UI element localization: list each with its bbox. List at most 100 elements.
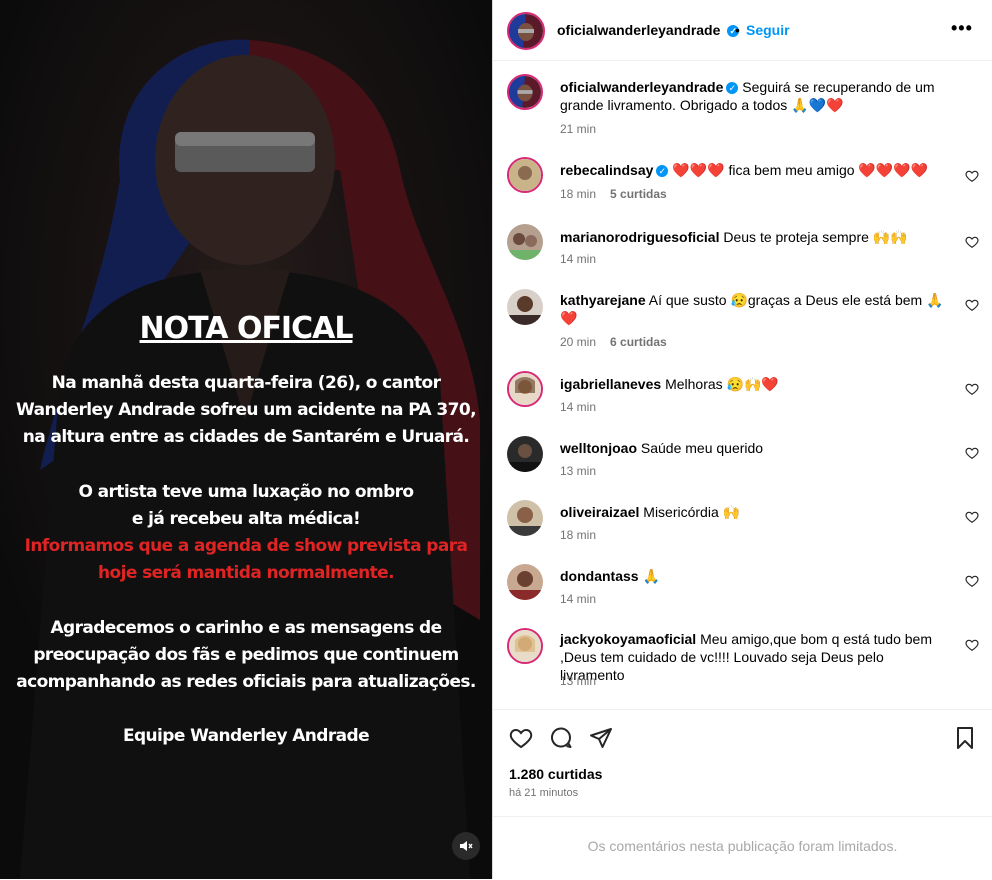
nota-line: e já recebeu alta médica! — [131, 509, 361, 529]
verified-badge-icon: ✓ — [656, 165, 669, 178]
comment-time[interactable]: 13 min — [560, 674, 596, 688]
author-username-text[interactable]: oficialwanderleyandrade — [557, 22, 720, 38]
comment-text: rebecalindsay ✓ ❤️❤️❤️ fica bem meu amigo… — [560, 161, 950, 179]
nota-line: hoje será mantida normalmente. — [98, 563, 395, 583]
header-separator: • — [735, 22, 740, 38]
commenter-username[interactable]: jackyokoyamaoficial — [560, 631, 696, 647]
avatar-image — [509, 159, 541, 191]
nota-line: Wanderley Andrade sofreu um acidente na … — [16, 400, 476, 420]
commenter-username[interactable]: oliveiraizael — [560, 504, 639, 520]
comment-text: dondantass 🙏 — [560, 567, 950, 585]
comment-text: igabriellaneves Melhoras 😥🙌❤️ — [560, 375, 950, 393]
comment-time[interactable]: 14 min — [560, 252, 596, 266]
comment-text: jackyokoyamaoficial Meu amigo,que bom q … — [560, 630, 950, 684]
comments-panel: oficialwanderleyandrade ✓ • Seguir ••• o… — [493, 0, 992, 879]
comment-time[interactable]: 13 min — [560, 464, 596, 478]
follow-button[interactable]: Seguir — [746, 22, 790, 38]
avatar-image — [507, 500, 543, 536]
comment-meta: 13 min — [560, 464, 596, 478]
nota-line: na altura entre as cidades de Santarém e… — [22, 427, 470, 447]
comment-body: Saúde meu querido — [640, 440, 764, 456]
commenter-avatar[interactable] — [507, 289, 543, 325]
comment-likes[interactable]: 6 curtidas — [610, 335, 667, 349]
post-media[interactable]: NOTA OFICAL Na manhã desta quarta-feira … — [0, 0, 492, 879]
caption-author-avatar[interactable] — [507, 74, 543, 110]
nota-paragraph-4: Agradecemos o carinho e as mensagens de … — [0, 615, 492, 696]
commenter-username[interactable]: dondantass — [560, 568, 639, 584]
nota-paragraph-1: Na manhã desta quarta-feira (26), o cant… — [0, 370, 492, 451]
comment-text: welltonjoao Saúde meu querido — [560, 439, 950, 457]
likes-count[interactable]: 1.280 curtidas — [509, 766, 602, 782]
share-send-icon[interactable] — [589, 726, 613, 750]
comment-time[interactable]: 20 min — [560, 335, 596, 349]
caption-meta: 21 min — [560, 122, 596, 136]
nota-line: acompanhando as redes oficiais para atua… — [16, 672, 476, 692]
commenter-username[interactable]: kathyarejane — [560, 292, 646, 308]
commenter-avatar[interactable] — [507, 436, 543, 472]
nota-paragraph-3-highlight: Informamos que a agenda de show prevista… — [0, 533, 492, 587]
avatar-image — [507, 224, 543, 260]
commenter-avatar[interactable] — [507, 564, 543, 600]
mute-button[interactable] — [452, 832, 480, 860]
author-avatar[interactable] — [507, 12, 545, 50]
commenter-avatar[interactable] — [507, 628, 543, 664]
comment-meta: 13 min — [560, 674, 596, 688]
comment-text: marianorodriguesoficial Deus te proteja … — [560, 228, 950, 246]
like-comment-heart-icon[interactable] — [965, 638, 979, 652]
commenter-username[interactable]: welltonjoao — [560, 440, 637, 456]
comment-meta: 14 min — [560, 592, 596, 606]
caption-username[interactable]: oficialwanderleyandrade — [560, 79, 723, 95]
commenter-avatar[interactable] — [507, 500, 543, 536]
comment-bubble-icon[interactable] — [549, 726, 573, 750]
nota-paragraph-2: O artista teve uma luxação no ombro e já… — [0, 479, 492, 533]
like-comment-heart-icon[interactable] — [965, 382, 979, 396]
commenter-avatar[interactable] — [507, 371, 543, 407]
commenter-username[interactable]: rebecalindsay — [560, 162, 653, 178]
comment-time[interactable]: 14 min — [560, 592, 596, 606]
nota-line: Informamos que a agenda de show prevista… — [24, 536, 468, 556]
comment-meta: 18 min — [560, 528, 596, 542]
comment-time[interactable]: 18 min — [560, 187, 596, 201]
comment-body: ❤️❤️❤️ fica bem meu amigo ❤️❤️❤️❤️ — [672, 162, 929, 178]
nota-line: preocupação dos fãs e pedimos que contin… — [33, 645, 459, 665]
post-time[interactable]: há 21 minutos — [509, 787, 578, 799]
commenter-avatar[interactable] — [507, 157, 543, 193]
nota-line: Na manhã desta quarta-feira (26), o cant… — [51, 373, 441, 393]
avatar-image — [507, 289, 543, 325]
comment-body: 🙏 — [642, 568, 660, 584]
caption-text: oficialwanderleyandrade ✓ Seguirá se recu… — [560, 78, 950, 114]
speaker-muted-icon — [460, 841, 473, 851]
nota-line: Agradecemos o carinho e as mensagens de — [50, 618, 442, 638]
like-comment-heart-icon[interactable] — [965, 446, 979, 460]
like-comment-heart-icon[interactable] — [965, 169, 979, 183]
nota-signature: Equipe Wanderley Andrade — [122, 726, 370, 746]
like-heart-icon[interactable] — [509, 726, 533, 750]
commenter-avatar[interactable] — [507, 224, 543, 260]
author-username[interactable]: oficialwanderleyandrade ✓ — [557, 22, 740, 38]
comment-body: Misericórdia 🙌 — [643, 504, 741, 520]
nota-title: NOTA OFICAL — [139, 311, 354, 346]
more-options-icon[interactable]: ••• — [951, 18, 973, 39]
comment-meta: 14 min — [560, 252, 596, 266]
like-comment-heart-icon[interactable] — [965, 510, 979, 524]
comment-meta: 18 min 5 curtidas — [560, 187, 667, 201]
comment-body: Melhoras 😥🙌❤️ — [665, 376, 779, 392]
like-comment-heart-icon[interactable] — [965, 574, 979, 588]
comment-time[interactable]: 18 min — [560, 528, 596, 542]
comment-meta: 20 min 6 curtidas — [560, 335, 667, 349]
comment-text: kathyarejane Aí que susto 😥graças a Deus… — [560, 291, 950, 327]
avatar-image — [507, 564, 543, 600]
comment-time[interactable]: 14 min — [560, 400, 596, 414]
comment-body: Deus te proteja sempre 🙌🙌 — [723, 229, 908, 245]
commenter-username[interactable]: marianorodriguesoficial — [560, 229, 719, 245]
caption-time[interactable]: 21 min — [560, 122, 596, 136]
like-comment-heart-icon[interactable] — [965, 235, 979, 249]
avatar-image — [507, 436, 543, 472]
save-bookmark-icon[interactable] — [953, 726, 977, 750]
like-comment-heart-icon[interactable] — [965, 298, 979, 312]
comment-text: oliveiraizael Misericórdia 🙌 — [560, 503, 950, 521]
instagram-post-modal: NOTA OFICAL Na manhã desta quarta-feira … — [0, 0, 992, 879]
commenter-username[interactable]: igabriellaneves — [560, 376, 661, 392]
verified-badge-icon: ✓ — [726, 82, 739, 95]
comment-likes[interactable]: 5 curtidas — [610, 187, 667, 201]
